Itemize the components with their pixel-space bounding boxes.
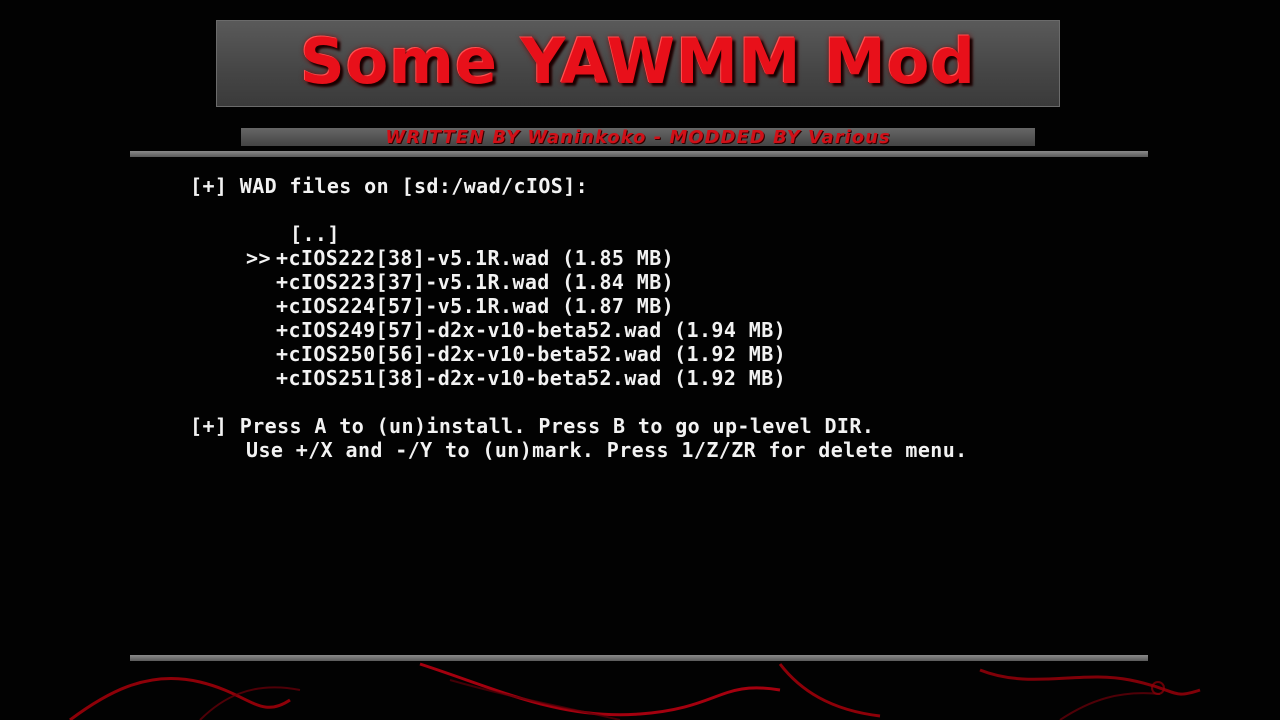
wad-file-item[interactable]: +cIOS224[57]-v5.1R.wad (1.87 MB) [276,294,674,318]
wad-file-item[interactable]: +cIOS249[57]-d2x-v10-beta52.wad (1.94 MB… [276,318,786,342]
wad-file-item[interactable]: +cIOS250[56]-d2x-v10-beta52.wad (1.92 MB… [276,342,786,366]
directory-header: [+] WAD files on [sd:/wad/cIOS]: [190,174,589,198]
wad-file-item[interactable]: +cIOS251[38]-d2x-v10-beta52.wad (1.92 MB… [276,366,786,390]
help-line-mark: Use +/X and -/Y to (un)mark. Press 1/Z/Z… [246,438,968,462]
decorative-swirl-graphic [69,662,1201,720]
console-content: [+] WAD files on [sd:/wad/cIOS]: [..] >>… [0,0,1280,720]
wad-file-item[interactable]: +cIOS223[37]-v5.1R.wad (1.84 MB) [276,270,674,294]
parent-directory-item[interactable]: [..] [290,222,340,246]
wad-manager-screen: Some YAWMM Mod WRITTEN BY Waninkoko - MO… [0,0,1280,720]
wad-file-item[interactable]: +cIOS222[38]-v5.1R.wad (1.85 MB) [276,246,674,270]
help-line-install: [+] Press A to (un)install. Press B to g… [190,414,875,438]
selection-cursor: >> [246,246,271,270]
